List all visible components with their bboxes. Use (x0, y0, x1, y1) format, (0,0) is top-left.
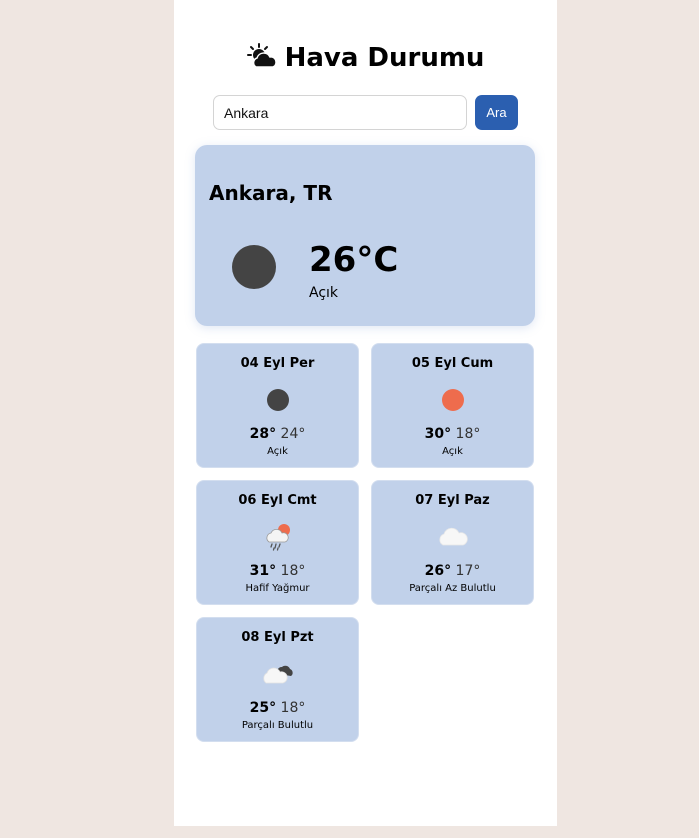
current-city: Ankara, TR (209, 181, 333, 205)
current-weather-card: Ankara, TR 26°C Açık (195, 145, 535, 326)
forecast-min-temp: 18° (455, 426, 481, 442)
clear-night-circle-icon (267, 389, 289, 411)
forecast-max-temp: 28° (249, 426, 277, 442)
current-description: Açık (309, 285, 339, 301)
forecast-temperatures: 25° 18° (197, 700, 358, 716)
forecast-day-card: 08 Eyl Pzt 25° 18° Parçalı Bulutlu (196, 617, 359, 742)
search-button[interactable]: Ara (475, 95, 518, 130)
forecast-day-card: 05 Eyl Cum 30° 18° Açık (371, 343, 534, 468)
forecast-temperatures: 28° 24° (197, 426, 358, 442)
forecast-date: 04 Eyl Per (240, 356, 315, 371)
city-search-input[interactable] (213, 95, 467, 130)
forecast-max-temp: 26° (424, 563, 452, 579)
forecast-min-temp: 17° (455, 563, 481, 579)
current-temperature: 26°C (309, 240, 399, 280)
forecast-max-temp: 31° (249, 563, 277, 579)
weather-app-container: Hava Durumu Ara Ankara, TR 26°C Açık 04 … (174, 0, 557, 826)
forecast-min-temp: 18° (280, 563, 306, 579)
forecast-max-temp: 25° (249, 700, 277, 716)
forecast-day-card: 07 Eyl Paz 26° 17° Parçalı Az Bulutlu (371, 480, 534, 605)
forecast-temperatures: 30° 18° (372, 426, 533, 442)
forecast-temperatures: 31° 18° (197, 563, 358, 579)
forecast-description: Açık (267, 446, 288, 457)
app-title-text: Hava Durumu (284, 43, 485, 73)
sun-circle-icon (442, 389, 464, 411)
forecast-day-card: 04 Eyl Per 28° 24° Açık (196, 343, 359, 468)
forecast-description: Parçalı Bulutlu (241, 720, 314, 731)
forecast-description: Hafif Yağmur (245, 583, 310, 594)
clear-night-circle-icon (232, 245, 276, 289)
forecast-day-card: 06 Eyl Cmt 31° 18° Hafif Yağmur (196, 480, 359, 605)
forecast-date: 06 Eyl Cmt (238, 493, 317, 508)
forecast-date: 07 Eyl Paz (415, 493, 490, 508)
forecast-date: 05 Eyl Cum (411, 356, 494, 371)
sun-behind-cloud-icon (246, 43, 277, 68)
cloud-icon (439, 527, 468, 546)
forecast-max-temp: 30° (424, 426, 452, 442)
forecast-temperatures: 26° 17° (372, 563, 533, 579)
forecast-min-temp: 24° (280, 426, 306, 442)
page-title: Hava Durumu (174, 40, 557, 76)
forecast-description: Parçalı Az Bulutlu (409, 583, 496, 594)
forecast-description: Açık (442, 446, 463, 457)
rain-cloud-sun-icon (266, 524, 290, 551)
forecast-min-temp: 18° (280, 700, 306, 716)
cloud-dark-icon (263, 665, 293, 684)
forecast-date: 08 Eyl Pzt (241, 630, 314, 645)
